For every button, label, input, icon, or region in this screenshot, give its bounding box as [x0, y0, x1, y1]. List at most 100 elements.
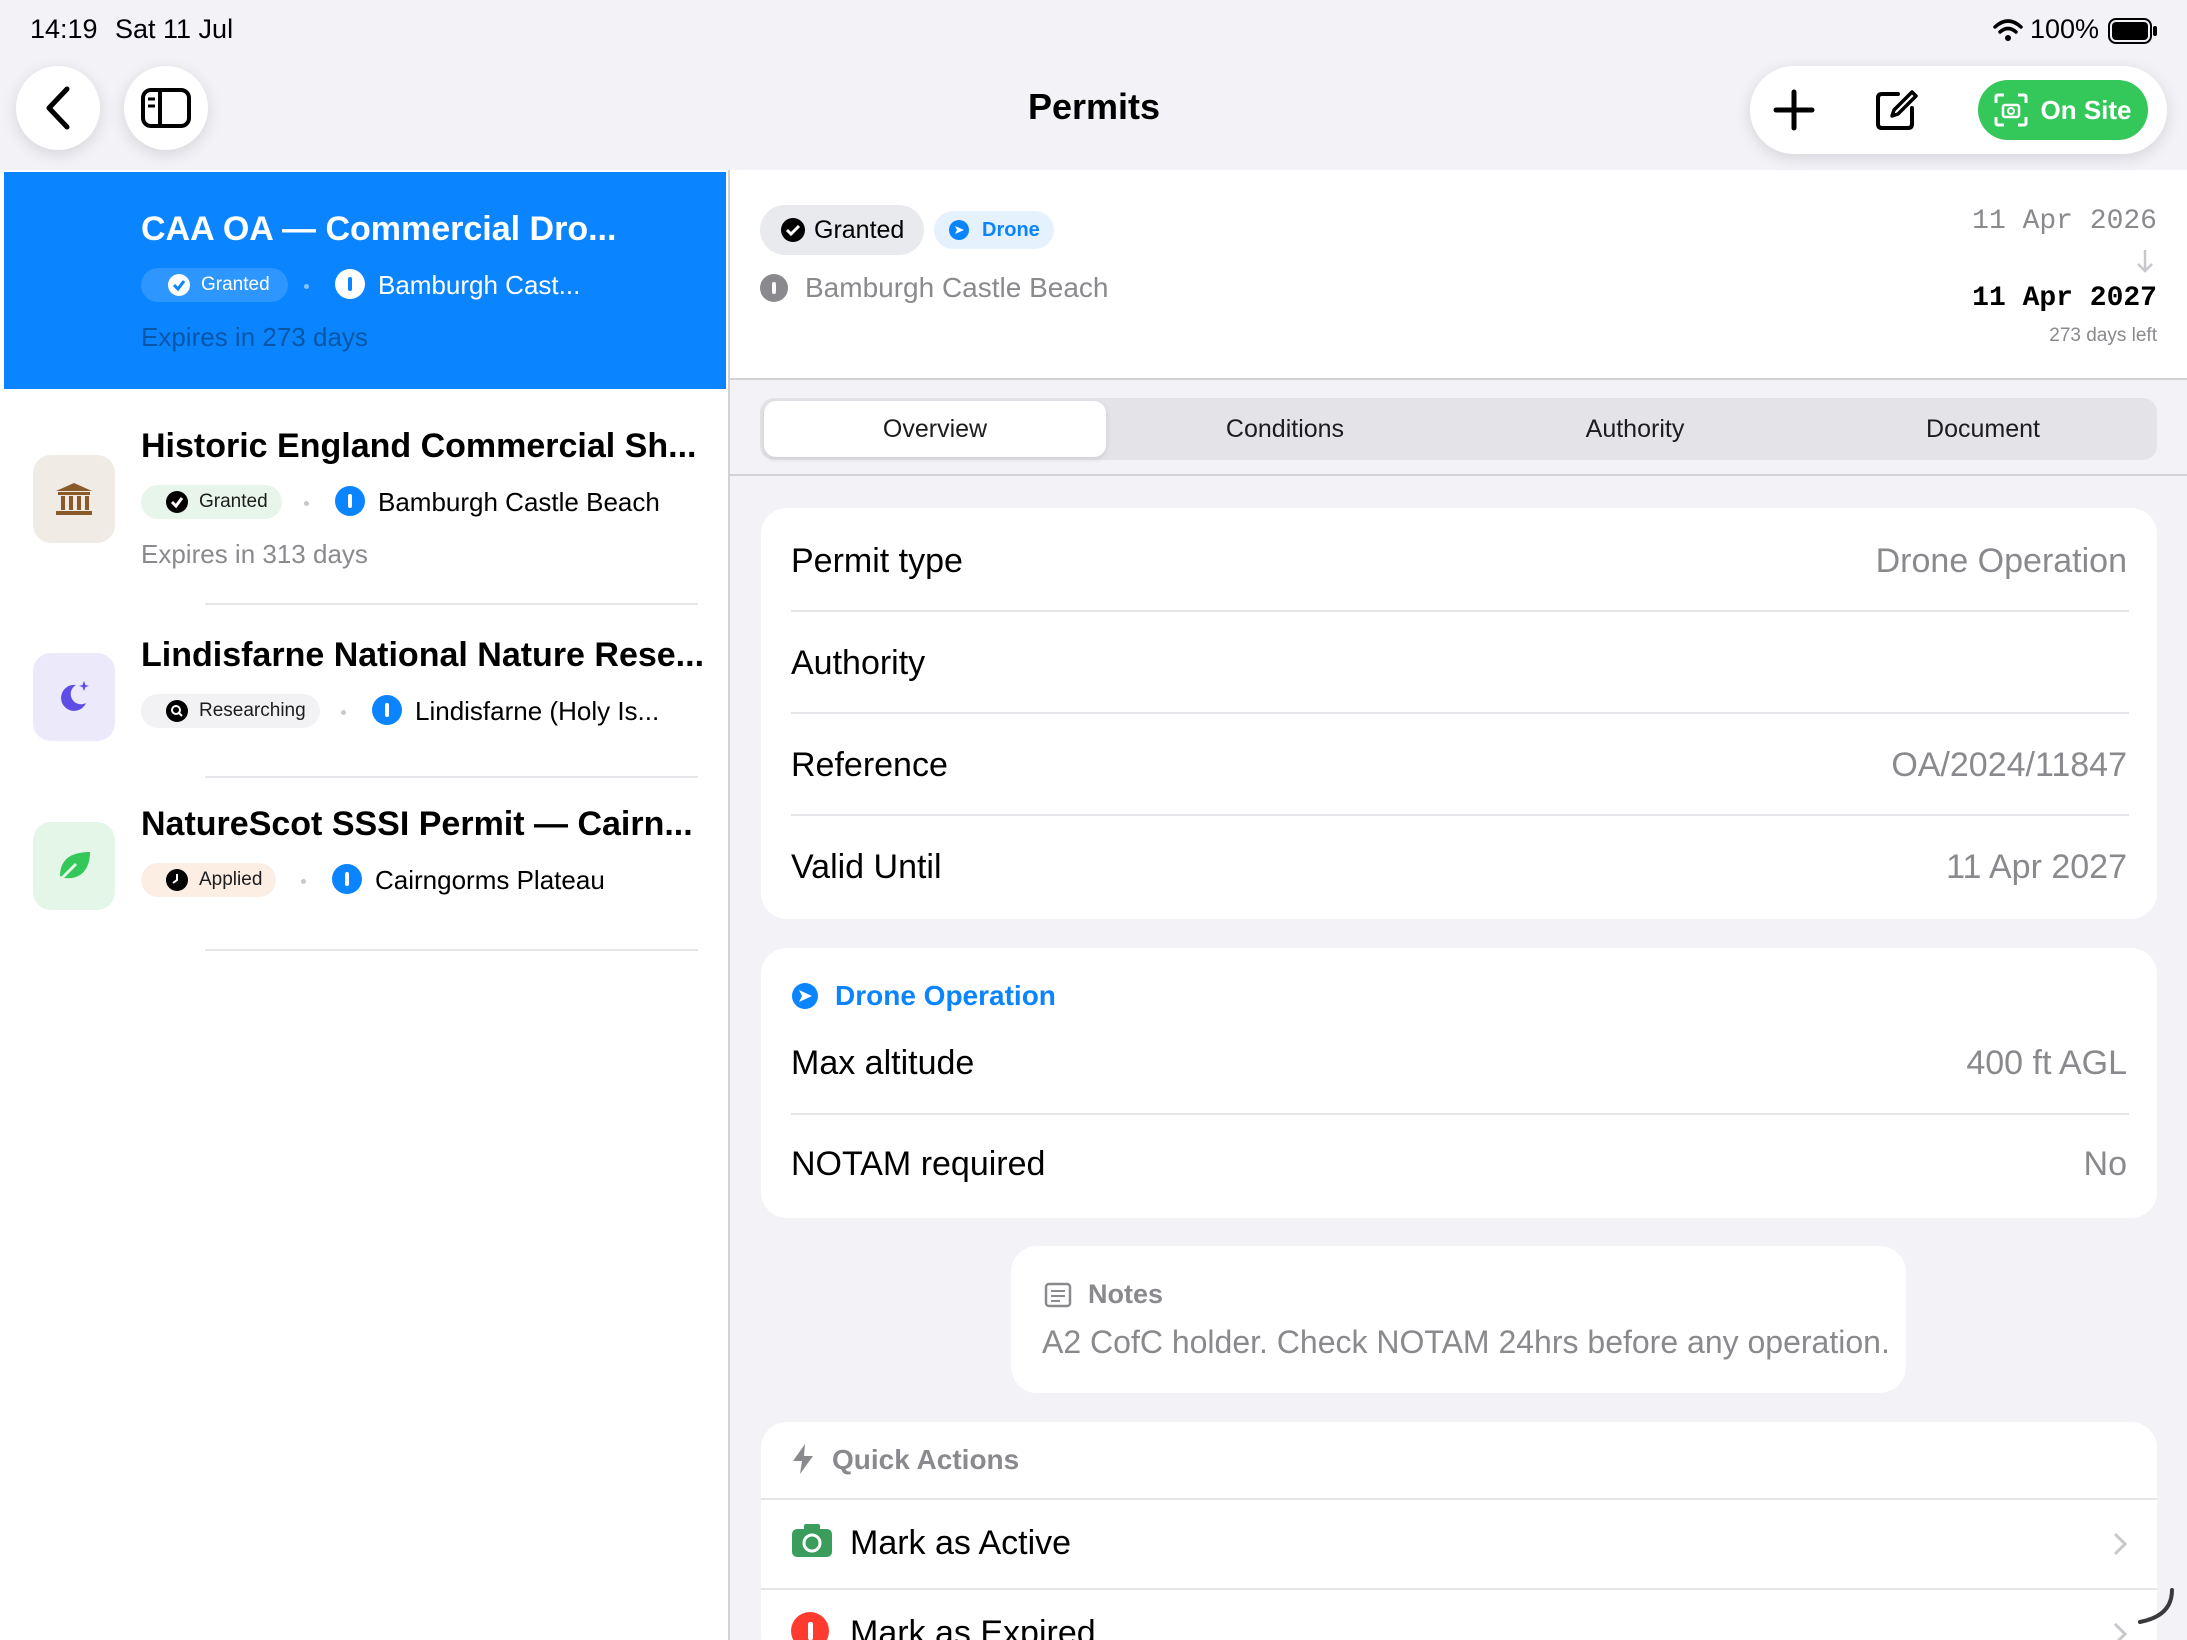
field-value-notam: No: [2083, 1145, 2127, 1183]
chevron-right-icon: [2113, 1532, 2128, 1561]
status-label: Researching: [199, 700, 306, 721]
divider: [791, 712, 2129, 714]
status-badge: Researching: [141, 694, 320, 728]
chevron-right-icon: [2113, 1622, 2128, 1640]
list-item-title: NatureScot SSSI Permit — Cairn...: [141, 805, 693, 843]
list-item[interactable]: Lindisfarne National Nature Rese... Rese…: [4, 606, 726, 779]
divider: [205, 776, 698, 778]
list-item-title: Lindisfarne National Nature Rese...: [141, 636, 705, 674]
viewfinder-camera-icon: [1994, 93, 2028, 127]
detail-header: Granted Drone Bamburgh Castle Beach 11 A…: [730, 170, 2187, 380]
list-item-location: Cairngorms Plateau: [375, 865, 605, 895]
status-badge: Granted: [141, 268, 288, 302]
days-left: 273 days left: [2049, 325, 2157, 346]
checkmark-seal-icon: [781, 218, 805, 242]
details-card: Permit type Drone Operation Authority Re…: [761, 508, 2157, 919]
status-badge: Granted: [760, 205, 925, 255]
mark-active-label: Mark as Active: [850, 1524, 1072, 1562]
wifi-icon: [1993, 18, 2023, 47]
sidebar: CAA OA — Commercial Dro... Granted Bambu…: [0, 170, 728, 1640]
field-value-permit-type: Drone Operation: [1875, 542, 2127, 580]
location-pin-icon: [335, 269, 365, 299]
segment-divider: [730, 474, 2187, 476]
back-button[interactable]: [16, 66, 100, 150]
toolbar-group: On Site: [1750, 66, 2167, 154]
mark-expired-label: Mark as Expired: [850, 1614, 1096, 1640]
status-badge: Granted: [141, 485, 282, 519]
field-value-valid-until: 11 Apr 2027: [1946, 848, 2127, 886]
field-label-authority: Authority: [791, 644, 926, 682]
tab-document[interactable]: Document: [1812, 401, 2154, 457]
list-item-location: Bamburgh Cast...: [378, 270, 581, 300]
status-label: Granted: [199, 491, 268, 512]
start-date: 11 Apr 2026: [1972, 206, 2157, 237]
list-item-expiry: Expires in 313 days: [141, 539, 368, 569]
quick-actions-card: Quick Actions Mark as Active Mark as Exp…: [761, 1422, 2157, 1640]
status-badge: Applied: [141, 863, 277, 897]
separator-dot: [341, 710, 346, 715]
status-time: 14:19: [30, 14, 98, 44]
clock-icon: [166, 869, 188, 891]
edit-button[interactable]: [1866, 80, 1926, 140]
divider: [791, 814, 2129, 816]
page-title: Permits: [1027, 86, 1161, 127]
field-value-reference: OA/2024/11847: [1891, 746, 2127, 784]
resize-handle-icon[interactable]: [2136, 1586, 2176, 1631]
drone-icon: [791, 982, 819, 1015]
category-badge: Drone: [934, 211, 1054, 249]
drone-section-title: Drone Operation: [835, 980, 1056, 1011]
location-pin-icon: [372, 695, 402, 725]
divider: [791, 1113, 2129, 1115]
list-item-location: Lindisfarne (Holy Is...: [415, 696, 660, 726]
field-value-max-altitude: 400 ft AGL: [1966, 1044, 2127, 1082]
field-label-valid-until: Valid Until: [791, 848, 942, 886]
notes-text: A2 CofC holder. Check NOTAM 24hrs before…: [1042, 1324, 1890, 1360]
separator-dot: [304, 501, 309, 506]
on-site-label: On Site: [2040, 94, 2132, 125]
tab-overview-label: Overview: [882, 414, 988, 443]
detail-location: Bamburgh Castle Beach: [805, 272, 1109, 303]
magnifier-icon: [166, 700, 188, 722]
compose-icon: [1876, 90, 1918, 130]
list-item-title: Historic England Commercial Sh...: [141, 427, 697, 465]
battery-icon: [2108, 18, 2158, 49]
battery-percent: 100%: [2030, 14, 2100, 44]
list-item[interactable]: CAA OA — Commercial Dro... Granted Bambu…: [4, 172, 726, 389]
camera-icon: [791, 1522, 833, 1563]
segmented-control: Overview Conditions Authority Document: [760, 398, 2157, 460]
end-date: 11 Apr 2027: [1972, 283, 2157, 314]
status-label: Applied: [199, 869, 263, 890]
mark-active-row[interactable]: Mark as Active: [761, 1500, 2157, 1588]
checkmark-seal-icon: [166, 491, 188, 513]
divider: [205, 603, 698, 605]
add-button[interactable]: [1764, 80, 1824, 140]
notes-card: Notes A2 CofC holder. Check NOTAM 24hrs …: [1011, 1246, 1906, 1393]
building-columns-icon: [33, 455, 115, 543]
mark-expired-row[interactable]: Mark as Expired: [761, 1590, 2157, 1640]
arrow-down-icon: [2135, 248, 2155, 279]
divider: [205, 949, 698, 951]
status-date: Sat 11 Jul: [115, 14, 234, 44]
drone-icon: [949, 220, 969, 240]
on-site-button[interactable]: On Site: [1978, 80, 2148, 140]
plus-icon: [1773, 89, 1815, 131]
separator-dot: [304, 284, 309, 289]
drone-operation-card: Drone Operation Max altitude 400 ft AGL …: [761, 948, 2157, 1218]
moon-stars-icon: [33, 653, 115, 741]
list-item[interactable]: Historic England Commercial Sh... Grante…: [4, 389, 726, 606]
field-label-reference: Reference: [791, 746, 948, 784]
quick-actions-title: Quick Actions: [832, 1444, 1020, 1475]
bolt-icon: [791, 1443, 815, 1480]
status-label: Granted: [201, 274, 270, 295]
list-item-title: CAA OA — Commercial Dro...: [141, 210, 617, 248]
list-item[interactable]: NatureScot SSSI Permit — Cairn... Applie…: [4, 779, 726, 952]
tab-authority[interactable]: Authority: [1464, 401, 1806, 457]
sidebar-toggle-button[interactable]: [124, 66, 208, 150]
location-pin-icon: [760, 274, 788, 302]
separator-dot: [301, 879, 306, 884]
tab-conditions[interactable]: Conditions: [1114, 401, 1456, 457]
location-pin-icon: [332, 864, 362, 894]
divider: [791, 610, 2129, 612]
field-label-max-altitude: Max altitude: [791, 1044, 975, 1082]
sidebar-icon: [141, 88, 191, 128]
